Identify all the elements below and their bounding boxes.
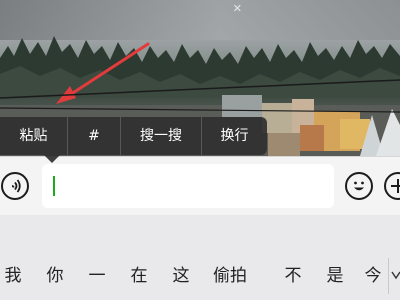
menu-item-newline[interactable]: 换行: [202, 117, 267, 155]
menu-item-hashtag[interactable]: #: [68, 117, 121, 155]
candidate-word[interactable]: 今: [360, 258, 386, 294]
candidate-word[interactable]: 这: [168, 258, 194, 294]
candidate-word[interactable]: 在: [126, 258, 152, 294]
candidate-word[interactable]: 偷拍: [207, 258, 253, 294]
text-cursor: [53, 176, 55, 196]
candidate-word[interactable]: 是: [322, 258, 348, 294]
voice-icon[interactable]: [1, 172, 29, 200]
plus-icon[interactable]: [384, 172, 400, 200]
emoji-icon[interactable]: [345, 172, 373, 200]
chevron-down-icon[interactable]: [388, 258, 400, 294]
candidate-word[interactable]: 我: [0, 258, 26, 294]
candidate-bar: 我 你 一 在 这 偷拍 不 是 今: [0, 258, 400, 294]
candidate-word[interactable]: 一: [84, 258, 110, 294]
menu-item-paste[interactable]: 粘贴: [0, 117, 68, 155]
context-menu: 粘贴 # 搜一搜 换行: [0, 117, 267, 155]
message-input[interactable]: [42, 164, 334, 208]
candidate-word[interactable]: 你: [42, 258, 68, 294]
menu-item-search[interactable]: 搜一搜: [121, 117, 202, 155]
candidate-word[interactable]: 不: [280, 258, 306, 294]
context-menu-pointer: [44, 155, 60, 163]
